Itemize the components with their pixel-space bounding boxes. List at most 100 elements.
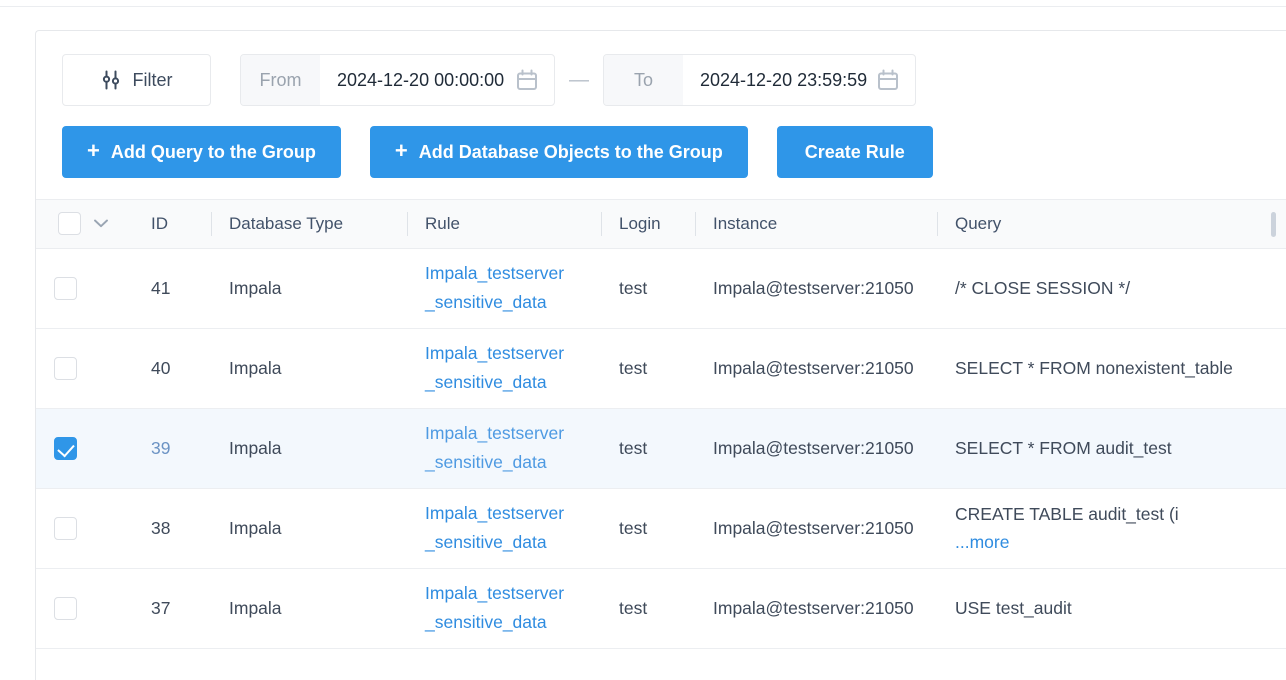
table-row[interactable]: 40 Impala Impala_testserver _sensitive_d… bbox=[36, 328, 1286, 409]
filter-button-label: Filter bbox=[132, 69, 173, 90]
row-query: USE test_audit bbox=[955, 598, 1072, 618]
row-rule-link-cont[interactable]: _sensitive_data bbox=[425, 608, 601, 637]
add-database-objects-to-group-label: Add Database Objects to the Group bbox=[418, 141, 723, 162]
row-query-cell: SELECT * FROM nonexistent_table bbox=[937, 328, 1286, 409]
filter-button[interactable]: Filter bbox=[62, 54, 211, 106]
row-query-cell: SELECT * FROM audit_test bbox=[937, 408, 1286, 489]
row-rule-link-cont[interactable]: _sensitive_data bbox=[425, 368, 601, 397]
header-query-label: Query bbox=[955, 213, 1002, 233]
row-checkbox-cell bbox=[36, 328, 133, 409]
row-database-type: Impala bbox=[211, 328, 407, 409]
from-label: From bbox=[241, 55, 320, 105]
row-id[interactable]: 37 bbox=[133, 568, 211, 649]
calendar-icon bbox=[517, 69, 537, 90]
row-checkbox[interactable] bbox=[54, 356, 77, 380]
plus-icon: + bbox=[87, 138, 100, 163]
range-separator: — bbox=[569, 68, 589, 91]
row-checkbox[interactable] bbox=[54, 596, 77, 620]
row-database-type: Impala bbox=[211, 568, 407, 649]
row-login: test bbox=[601, 568, 695, 649]
to-date-field[interactable]: To bbox=[603, 54, 916, 106]
table-row[interactable]: 39 Impala Impala_testserver _sensitive_d… bbox=[36, 408, 1286, 489]
row-database-type: Impala bbox=[211, 248, 407, 329]
header-instance-label: Instance bbox=[713, 213, 778, 233]
to-label: To bbox=[604, 55, 683, 105]
toolbar-filter-row: Filter From 2024-12-20 00:00:00 — To 202… bbox=[62, 54, 1286, 106]
create-rule-button[interactable]: Create Rule bbox=[776, 126, 933, 178]
table-row[interactable]: 41 Impala Impala_testserver _sensitive_d… bbox=[36, 248, 1286, 329]
row-query-cell: CREATE TABLE audit_test (i ...more bbox=[937, 488, 1286, 569]
add-query-to-group-button[interactable]: + Add Query to the Group bbox=[62, 126, 341, 178]
chevron-down-icon[interactable] bbox=[94, 219, 108, 228]
row-rule-link[interactable]: Impala_testserver bbox=[425, 419, 601, 448]
row-checkbox[interactable] bbox=[54, 436, 77, 460]
horizontal-scrollbar-thumb[interactable] bbox=[1271, 212, 1276, 237]
table-row[interactable]: 37 Impala Impala_testserver _sensitive_d… bbox=[36, 568, 1286, 649]
row-rule-link[interactable]: Impala_testserver bbox=[425, 579, 601, 608]
from-date-field[interactable]: From bbox=[240, 54, 555, 106]
row-checkbox-cell bbox=[36, 248, 133, 329]
row-query: SELECT * FROM nonexistent_table bbox=[955, 358, 1233, 378]
toolbar: Filter From 2024-12-20 00:00:00 — To 202… bbox=[36, 31, 1286, 178]
header-id-label: ID bbox=[151, 213, 168, 233]
toolbar-action-row: + Add Query to the Group + Add Database … bbox=[62, 126, 1286, 178]
row-checkbox[interactable] bbox=[54, 516, 77, 540]
audit-table-header-row: ID Database Type Rule Login Instance Que… bbox=[36, 200, 1286, 249]
row-query-more-link[interactable]: ...more bbox=[955, 528, 1286, 556]
date-range-group: From — To bbox=[240, 54, 916, 106]
select-all-checkbox[interactable] bbox=[58, 212, 81, 236]
row-rule-link[interactable]: Impala_testserver bbox=[425, 499, 601, 528]
audit-table: ID Database Type Rule Login Instance Que… bbox=[36, 200, 1286, 649]
to-calendar-button[interactable] bbox=[873, 69, 915, 91]
row-rule-link-cont[interactable]: _sensitive_data bbox=[425, 288, 601, 317]
row-rule-cell: Impala_testserver _sensitive_data bbox=[407, 328, 601, 409]
row-query: /* CLOSE SESSION */ bbox=[955, 278, 1131, 298]
top-divider bbox=[0, 6, 1286, 7]
plus-icon: + bbox=[394, 138, 408, 163]
row-query: SELECT * FROM audit_test bbox=[955, 438, 1172, 458]
row-query: CREATE TABLE audit_test (i bbox=[955, 504, 1179, 524]
header-login[interactable]: Login bbox=[601, 200, 695, 249]
header-database-type[interactable]: Database Type bbox=[211, 200, 407, 249]
row-rule-link-cont[interactable]: _sensitive_data bbox=[425, 448, 601, 477]
table-row[interactable]: 38 Impala Impala_testserver _sensitive_d… bbox=[36, 488, 1286, 569]
header-id[interactable]: ID bbox=[133, 200, 211, 249]
row-login: test bbox=[601, 248, 695, 329]
to-date-input[interactable] bbox=[683, 68, 873, 92]
add-database-objects-to-group-button[interactable]: + Add Database Objects to the Group bbox=[369, 126, 748, 178]
row-id[interactable]: 39 bbox=[133, 408, 211, 489]
row-checkbox-cell bbox=[36, 408, 133, 489]
row-rule-link-cont[interactable]: _sensitive_data bbox=[425, 528, 601, 557]
add-query-to-group-label: Add Query to the Group bbox=[110, 141, 316, 162]
row-id[interactable]: 40 bbox=[133, 328, 211, 409]
header-rule[interactable]: Rule bbox=[407, 200, 601, 249]
create-rule-label: Create Rule bbox=[804, 141, 905, 162]
audit-table-head: ID Database Type Rule Login Instance Que… bbox=[36, 200, 1286, 249]
row-database-type: Impala bbox=[211, 408, 407, 489]
row-instance: Impala@testserver:21050 bbox=[695, 568, 937, 649]
from-date-input[interactable] bbox=[320, 68, 512, 92]
header-login-label: Login bbox=[619, 213, 661, 233]
header-select-all bbox=[36, 200, 133, 249]
row-instance: Impala@testserver:21050 bbox=[695, 328, 937, 409]
row-id[interactable]: 38 bbox=[133, 488, 211, 569]
header-query[interactable]: Query bbox=[937, 200, 1286, 249]
row-rule-cell: Impala_testserver _sensitive_data bbox=[407, 408, 601, 489]
row-instance: Impala@testserver:21050 bbox=[695, 248, 937, 329]
row-id[interactable]: 41 bbox=[133, 248, 211, 329]
row-checkbox-cell bbox=[36, 488, 133, 569]
header-instance[interactable]: Instance bbox=[695, 200, 937, 249]
row-query-cell: USE test_audit bbox=[937, 568, 1286, 649]
row-rule-cell: Impala_testserver _sensitive_data bbox=[407, 488, 601, 569]
row-instance: Impala@testserver:21050 bbox=[695, 488, 937, 569]
row-rule-link[interactable]: Impala_testserver bbox=[425, 259, 601, 288]
row-login: test bbox=[601, 488, 695, 569]
sliders-icon bbox=[101, 70, 121, 90]
row-checkbox[interactable] bbox=[54, 276, 77, 300]
from-calendar-button[interactable] bbox=[512, 69, 554, 91]
row-checkbox-cell bbox=[36, 568, 133, 649]
audit-log-card: Filter From 2024-12-20 00:00:00 — To 202… bbox=[35, 30, 1286, 680]
audit-table-container: ID Database Type Rule Login Instance Que… bbox=[36, 199, 1286, 649]
row-query-cell: /* CLOSE SESSION */ bbox=[937, 248, 1286, 329]
row-rule-link[interactable]: Impala_testserver bbox=[425, 339, 601, 368]
